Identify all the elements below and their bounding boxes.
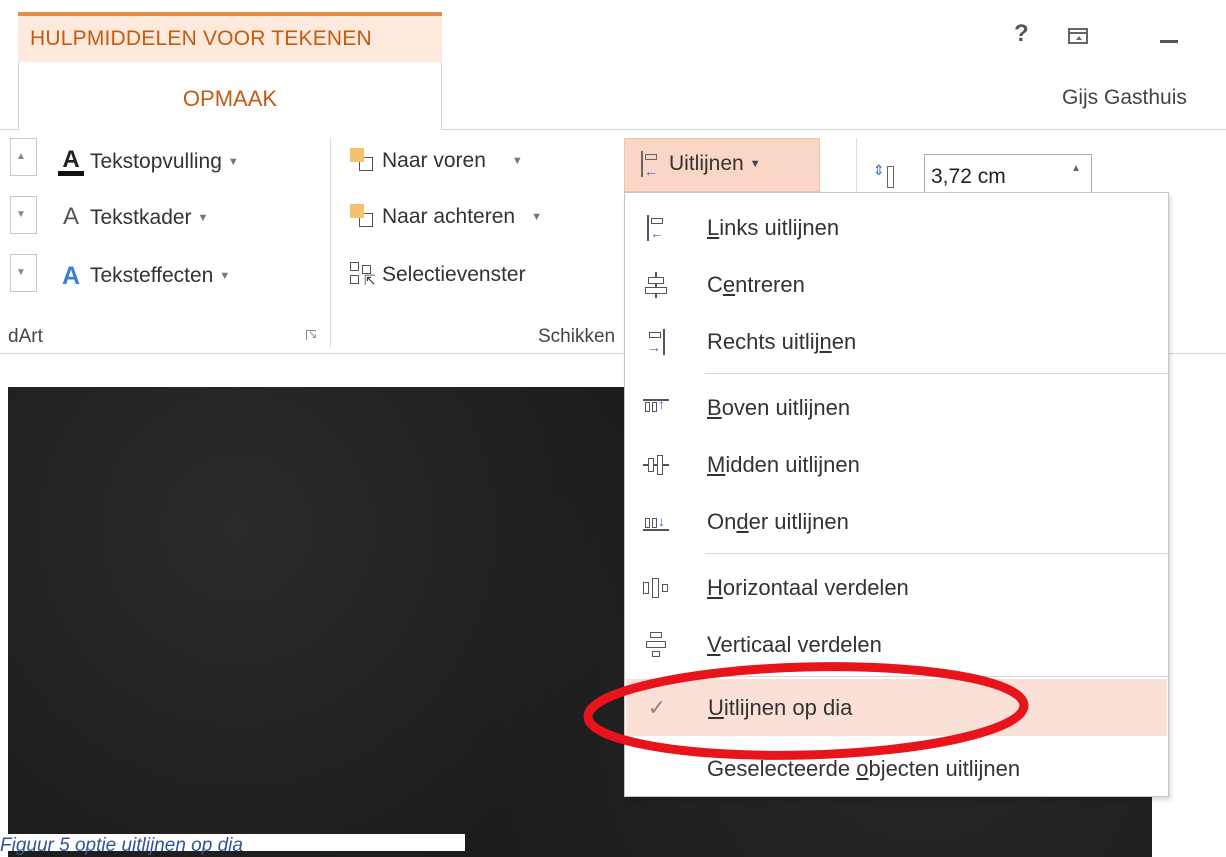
teksteffecten-label: Teksteffecten: [90, 264, 214, 287]
user-name[interactable]: Gijs Gasthuis: [1062, 86, 1187, 110]
menu-item-rechts-uitlijnen[interactable]: → Rechts uitlijnen: [625, 313, 1168, 370]
tekstopvulling-label: Tekstopvulling: [90, 150, 222, 173]
naar-achteren-button[interactable]: Naar achteren ▼: [350, 204, 542, 230]
group-label-schikken: Schikken: [538, 326, 616, 347]
bring-forward-icon: [350, 148, 376, 174]
naar-achteren-label: Naar achteren: [382, 205, 516, 228]
dropdown-arrow-icon: ▼: [531, 211, 542, 223]
align-top-icon: ↑: [643, 395, 669, 421]
menu-item-label: Links uitlijnen: [707, 214, 840, 240]
figure-caption: Figuur 5 optie uitlijnen op dia: [0, 835, 243, 856]
group-separator: [330, 138, 331, 348]
dropdown-arrow-icon: ▼: [511, 155, 523, 167]
menu-separator: [705, 553, 1168, 554]
text-fill-icon: A: [58, 148, 84, 176]
menu-item-label: Onder uitlijnen: [707, 508, 849, 534]
menu-item-links-uitlijnen[interactable]: ← Links uitlijnen: [625, 199, 1168, 256]
tekstopvulling-button[interactable]: A Tekstopvulling ▼: [58, 148, 239, 176]
wordart-gallery-up-button[interactable]: ▲: [10, 138, 37, 176]
shape-height-value: 3,72 cm: [931, 165, 1006, 188]
menu-item-label: Boven uitlijnen: [707, 394, 851, 420]
dropdown-arrow-icon: ▼: [749, 158, 761, 170]
spin-up-icon[interactable]: ▲: [1071, 163, 1081, 174]
menu-item-verticaal-verdelen[interactable]: Verticaal verdelen: [625, 616, 1168, 673]
menu-item-label: Uitlijnen op dia: [708, 694, 853, 720]
menu-item-label: Centreren: [707, 271, 805, 297]
chevron-up-icon: ▲: [16, 151, 26, 162]
align-left-icon: ←: [643, 214, 669, 241]
tekstkader-button[interactable]: A Tekstkader ▼: [58, 204, 208, 232]
naar-voren-label: Naar voren: [382, 149, 486, 172]
tab-opmaak-label: OPMAAK: [182, 86, 278, 111]
selectievenster-button[interactable]: ⇱ Selectievenster: [350, 262, 526, 288]
tekstkader-label: Tekstkader: [90, 206, 192, 229]
menu-item-uitlijnen-op-dia[interactable]: ✓ Uitlijnen op dia: [626, 679, 1167, 736]
menu-item-horizontaal-verdelen[interactable]: Horizontaal verdelen: [625, 559, 1168, 616]
align-right-icon: →: [643, 328, 669, 355]
menu-item-midden-uitlijnen[interactable]: Midden uitlijnen: [625, 436, 1168, 493]
menu-item-label: Midden uitlijnen: [707, 451, 860, 477]
menu-item-label: Verticaal verdelen: [707, 631, 882, 657]
selectievenster-label: Selectievenster: [382, 263, 526, 286]
shape-height-field[interactable]: 3,72 cm ▲: [924, 154, 1092, 194]
menu-separator: [705, 676, 1168, 677]
teksteffecten-button[interactable]: A Teksteffecten ▼: [58, 262, 230, 290]
align-dropdown-menu: ← Links uitlijnen Centreren → Rechts uit…: [624, 192, 1169, 797]
align-middle-icon: [643, 452, 669, 478]
check-icon: ✓: [647, 694, 667, 720]
dropdown-arrow-icon: ▼: [197, 212, 209, 224]
shape-height-icon: ⇕: [873, 162, 903, 192]
dropdown-arrow-icon: ▼: [219, 270, 231, 282]
gallery-more-icon: ▼: [16, 267, 26, 278]
align-center-icon: [643, 271, 669, 298]
align-bottom-icon: ↓: [643, 509, 669, 535]
naar-voren-button[interactable]: Naar voren ▼: [350, 148, 523, 174]
menu-item-label: Geselecteerde objecten uitlijnen: [707, 755, 1021, 781]
wordart-gallery-down-button[interactable]: ▼: [10, 196, 37, 234]
text-effects-icon: A: [61, 262, 81, 290]
menu-item-boven-uitlijnen[interactable]: ↑ Boven uitlijnen: [625, 379, 1168, 436]
align-icon: ←: [639, 151, 663, 179]
chevron-down-icon: ▼: [16, 209, 26, 220]
menu-separator: [705, 373, 1168, 374]
distribute-vertically-icon: [643, 631, 669, 658]
send-backward-icon: [350, 204, 376, 230]
uitlijnen-button[interactable]: ← Uitlijnen ▼: [624, 138, 820, 192]
minimize-icon[interactable]: [1160, 40, 1178, 43]
menu-item-centreren[interactable]: Centreren: [625, 256, 1168, 313]
dropdown-arrow-icon: ▼: [227, 156, 239, 168]
text-outline-icon: A: [62, 203, 79, 230]
tab-opmaak[interactable]: OPMAAK: [18, 62, 442, 130]
uitlijnen-label: Uitlijnen: [669, 152, 744, 175]
menu-item-label: Rechts uitlijnen: [707, 328, 857, 354]
menu-item-onder-uitlijnen[interactable]: ↓ Onder uitlijnen: [625, 493, 1168, 550]
group-label-wordart: dArt: [8, 326, 43, 347]
contextual-tab-label: HULPMIDDELEN VOOR TEKENEN: [30, 27, 372, 50]
selection-pane-icon: ⇱: [350, 262, 376, 288]
dialog-launcher-icon[interactable]: [306, 328, 318, 342]
ribbon-display-options-icon[interactable]: [1068, 28, 1088, 44]
menu-item-label: Horizontaal verdelen: [707, 574, 909, 600]
distribute-horizontally-icon: [643, 575, 669, 601]
wordart-gallery-more-button[interactable]: ▼: [10, 254, 37, 292]
help-icon[interactable]: ?: [1014, 20, 1029, 48]
menu-item-geselecteerde-objecten-uitlijnen[interactable]: Geselecteerde objecten uitlijnen: [625, 740, 1168, 797]
